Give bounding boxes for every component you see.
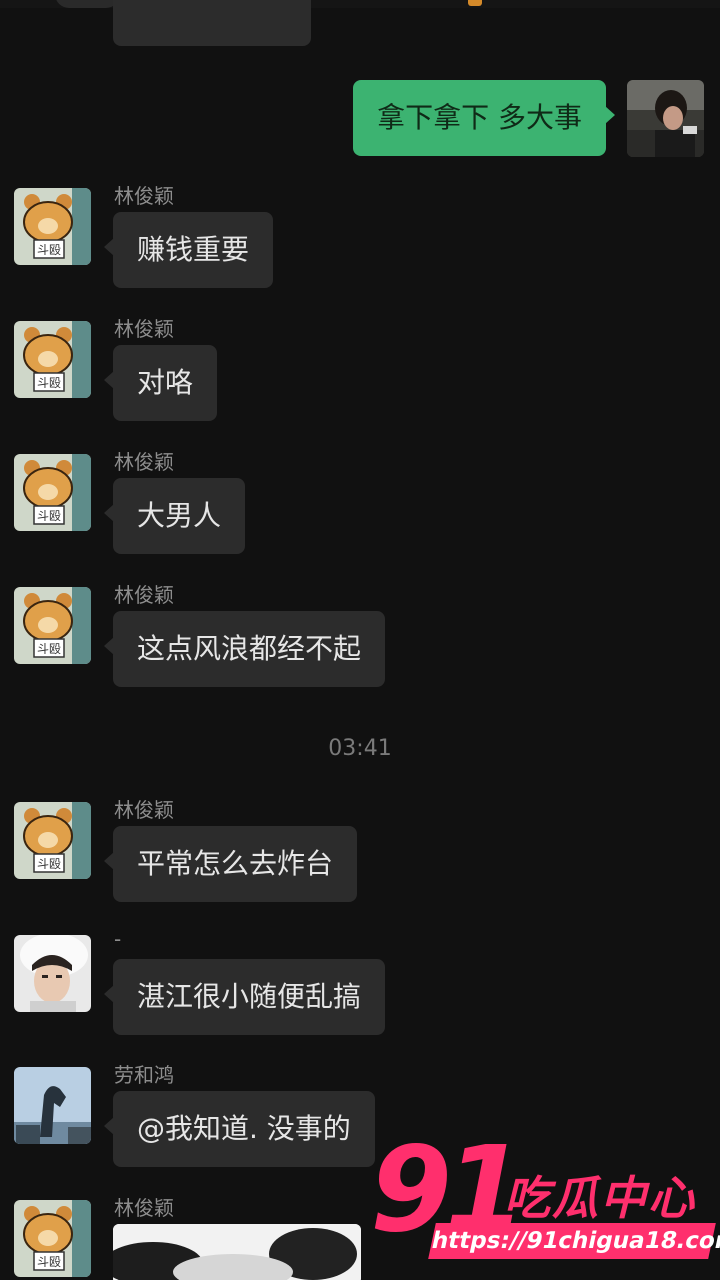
bear-avatar[interactable]: 斗殴 — [14, 802, 91, 879]
emoji-icon — [468, 0, 482, 6]
message-bubble[interactable]: 平常怎么去炸台 — [103, 826, 358, 902]
bear-avatar[interactable]: 斗殴 — [14, 321, 91, 398]
sender-name: 林俊颖 — [114, 317, 174, 341]
message-bubble[interactable]: 大男人 — [103, 478, 246, 554]
sender-name: 林俊颖 — [114, 798, 174, 822]
watermark-logo: 91 吃瓜中心 https://91chigua18.com — [370, 1120, 720, 1265]
back-pill[interactable] — [55, 0, 120, 8]
message-bubble[interactable]: 赚钱重要 — [103, 212, 274, 288]
sender-name: 林俊颖 — [114, 583, 174, 607]
image-message[interactable] — [113, 1224, 361, 1280]
sender-name: 劳和鸿 — [114, 1063, 174, 1087]
svg-text:斗殴: 斗殴 — [37, 243, 61, 257]
person-avatar[interactable] — [14, 935, 91, 1012]
bear-avatar[interactable]: 斗殴 — [14, 587, 91, 664]
watermark-url: https://91chigua18.com — [428, 1223, 720, 1259]
svg-text:斗殴: 斗殴 — [37, 857, 61, 871]
message-bubble-partial[interactable] — [113, 0, 311, 46]
watermark-brand: 吃瓜中心 — [504, 1171, 696, 1225]
sender-name: 林俊颖 — [114, 184, 174, 208]
message-bubble[interactable]: @我知道. 没事的 — [104, 1091, 375, 1167]
bear-avatar[interactable]: 斗殴 — [14, 188, 91, 265]
bear-avatar[interactable]: 斗殴 — [14, 1200, 91, 1277]
sender-name: - — [114, 927, 122, 951]
message-bubble[interactable]: 这点风浪都经不起 — [103, 611, 386, 687]
bear-avatar[interactable]: 斗殴 — [14, 454, 91, 531]
svg-text:斗殴: 斗殴 — [37, 642, 61, 656]
self-message-bubble[interactable]: 拿下拿下 多大事 — [353, 80, 615, 156]
svg-text:斗殴: 斗殴 — [37, 1255, 61, 1269]
message-bubble[interactable]: 对咯 — [103, 345, 218, 421]
svg-text:斗殴: 斗殴 — [37, 509, 61, 523]
self-avatar[interactable] — [627, 80, 704, 157]
sender-name: 林俊颖 — [114, 450, 174, 474]
timestamp: 03:41 — [328, 736, 392, 761]
message-bubble[interactable]: 湛江很小随便乱搞 — [103, 959, 386, 1035]
chat-screen: 拿下拿下 多大事 斗殴 林俊颖 赚钱重要 斗殴 林俊颖 对咯 斗殴 林俊颖 大男… — [0, 0, 720, 1280]
statue-avatar[interactable] — [14, 1067, 91, 1144]
sender-name: 林俊颖 — [114, 1196, 174, 1220]
svg-text:斗殴: 斗殴 — [37, 376, 61, 390]
